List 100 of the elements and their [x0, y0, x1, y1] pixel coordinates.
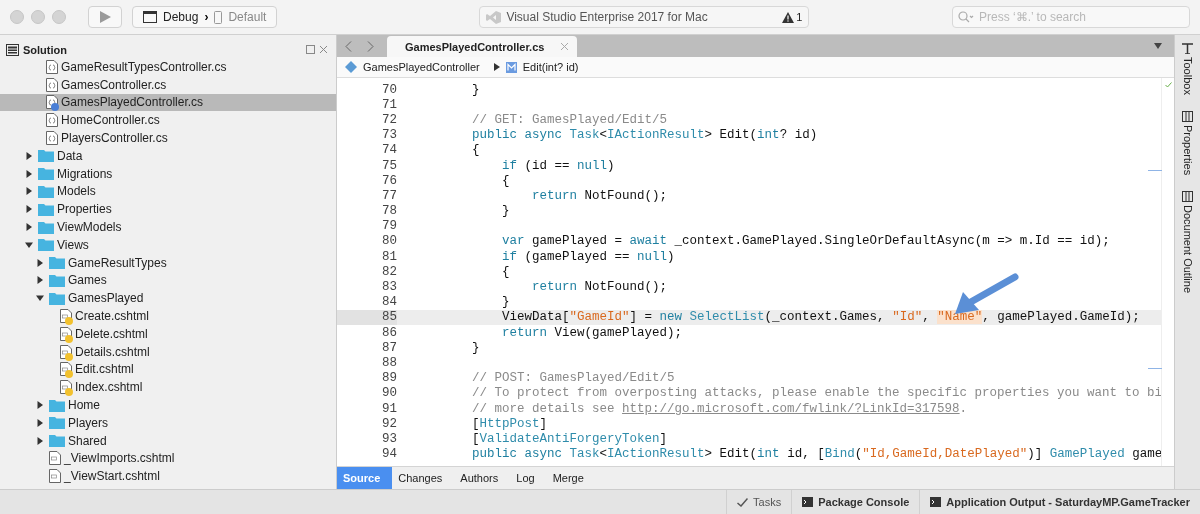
markup-file-icon	[60, 326, 72, 341]
line-number: 92	[381, 416, 397, 432]
line-number: 81	[381, 249, 397, 265]
folder-icon	[49, 398, 65, 412]
code-line: [HttpPost]	[471, 416, 548, 431]
code-line: }	[471, 82, 480, 97]
view-tab[interactable]: Authors	[454, 467, 511, 489]
line-number: 77	[381, 188, 397, 204]
tree-item[interactable]: PlayersController.cs	[0, 129, 336, 147]
code-file-icon	[46, 95, 58, 110]
code-line: }	[471, 340, 480, 355]
separator-label: ›	[204, 10, 209, 24]
tree-item[interactable]: Shared	[0, 431, 336, 450]
tree-item[interactable]: ViewModels	[0, 218, 336, 236]
tree-item[interactable]: Edit.cshtml	[0, 360, 336, 379]
breadcrumb-item[interactable]: Edit(int? id)	[522, 61, 579, 73]
status-text: Visual Studio Enterprise 2017 for Mac	[506, 10, 709, 24]
tree-item[interactable]: Delete.cshtml	[0, 324, 336, 343]
code-line: {	[501, 264, 510, 279]
disclosure-icon[interactable]	[25, 205, 33, 214]
markup-file-icon	[60, 344, 72, 359]
line-number: 85	[337, 309, 397, 325]
tree-item[interactable]: Properties	[0, 200, 336, 219]
tree-item[interactable]: Views	[0, 235, 336, 254]
line-number: 74	[381, 142, 397, 158]
panel-icon	[1182, 110, 1193, 122]
configuration-selector[interactable]: Debug › Default	[132, 6, 278, 28]
code-file-icon	[46, 113, 58, 128]
markup-file-icon	[60, 380, 72, 395]
line-number: 82	[381, 264, 397, 280]
code-line: var gamePlayed = await _context.GamePlayed.SingleOrDefaultAsync(m => m.Id == id);	[501, 234, 1110, 249]
disclosure-icon[interactable]	[25, 223, 33, 232]
close-icon[interactable]	[319, 45, 328, 54]
chevron-right-icon	[366, 40, 374, 52]
line-number: 88	[381, 355, 397, 371]
tree-item[interactable]: Index.cshtml	[0, 378, 336, 397]
tree-item[interactable]: Players	[0, 413, 336, 432]
code-line: }	[501, 295, 510, 310]
dropdown-icon[interactable]	[1154, 43, 1162, 49]
markup-file-icon	[60, 309, 72, 324]
line-number: 86	[381, 325, 397, 341]
tree-item[interactable]: Games	[0, 271, 336, 290]
disclosure-icon[interactable]	[25, 169, 33, 178]
tree-item[interactable]: HomeController.cs	[0, 111, 336, 130]
panel-icon	[1182, 191, 1193, 203]
line-number: 93	[381, 431, 397, 447]
folder-icon	[49, 434, 65, 448]
tree-item[interactable]: Migrations	[0, 164, 336, 183]
code-line: // To protect from overposting attacks, please enable the specific properties you want to bi	[471, 386, 1161, 401]
dock-tab[interactable]: Document Outline	[1181, 191, 1194, 294]
disclosure-icon[interactable]	[25, 151, 33, 160]
tree-item[interactable]: _ViewImports.cshtml	[0, 449, 336, 468]
tree-item[interactable]: GamesPlayed	[0, 289, 336, 308]
tree-item[interactable]: GamesController.cs	[0, 75, 336, 94]
tree-item[interactable]: _ViewStart.cshtml	[0, 467, 336, 486]
class-icon	[345, 61, 357, 73]
chevron-left-icon	[344, 40, 352, 52]
line-number: 71	[381, 97, 397, 113]
folder-icon	[38, 238, 54, 252]
disclosure-icon[interactable]	[25, 187, 33, 196]
phone-icon	[214, 10, 223, 24]
disclosure-icon[interactable]	[25, 240, 33, 249]
disclosure-icon[interactable]	[36, 258, 44, 267]
tree-item[interactable]: Data	[0, 147, 336, 165]
tree-item[interactable]: GameResultTypes	[0, 253, 336, 272]
check-icon	[737, 497, 749, 507]
disclosure-icon[interactable]	[36, 436, 44, 445]
dock-icon[interactable]	[306, 45, 315, 54]
code-line: return NotFound();	[531, 188, 668, 203]
code-line: {	[471, 143, 480, 158]
folder-icon	[49, 416, 65, 430]
tree-item[interactable]: Models	[0, 182, 336, 201]
tree-item[interactable]: GameResultTypesController.cs	[0, 58, 336, 76]
check-icon	[1164, 82, 1172, 88]
status-pad-button[interactable]: Tasks	[726, 490, 792, 514]
status-pad-button[interactable]: Package Console	[791, 490, 920, 514]
line-number: 94	[381, 446, 397, 462]
code-line: [ValidateAntiForgeryToken]	[471, 431, 668, 446]
document-tab[interactable]: GamesPlayedController.cs	[387, 36, 577, 57]
folder-icon	[38, 202, 54, 216]
view-tab[interactable]: Log	[510, 467, 547, 489]
view-tab[interactable]: Changes	[392, 467, 455, 489]
markup-file-icon	[60, 362, 72, 377]
tree-item[interactable]: Details.cshtml	[0, 342, 336, 361]
markup-file-icon	[49, 451, 61, 466]
status-pad-button[interactable]: Application Output - SaturdayMP.GameTracker	[919, 490, 1200, 514]
disclosure-icon[interactable]	[36, 418, 44, 427]
dock-tab[interactable]: Toolbox	[1181, 43, 1194, 95]
dock-tab[interactable]: Properties	[1181, 110, 1194, 176]
breadcrumb-item[interactable]: GamesPlayedController	[363, 61, 480, 73]
folder-icon	[38, 149, 54, 163]
view-tab[interactable]: Merge	[546, 467, 596, 489]
tree-item[interactable]: Create.cshtml	[0, 307, 336, 325]
tree-item[interactable]: Home	[0, 396, 336, 414]
disclosure-icon[interactable]	[36, 294, 44, 303]
disclosure-icon[interactable]	[36, 401, 44, 410]
run-button[interactable]	[88, 6, 122, 28]
search-field[interactable]: Press ‘⌘.’ to search	[952, 6, 1190, 28]
tree-item[interactable]: GamesPlayedController.cs	[0, 93, 336, 112]
disclosure-icon[interactable]	[36, 276, 44, 285]
